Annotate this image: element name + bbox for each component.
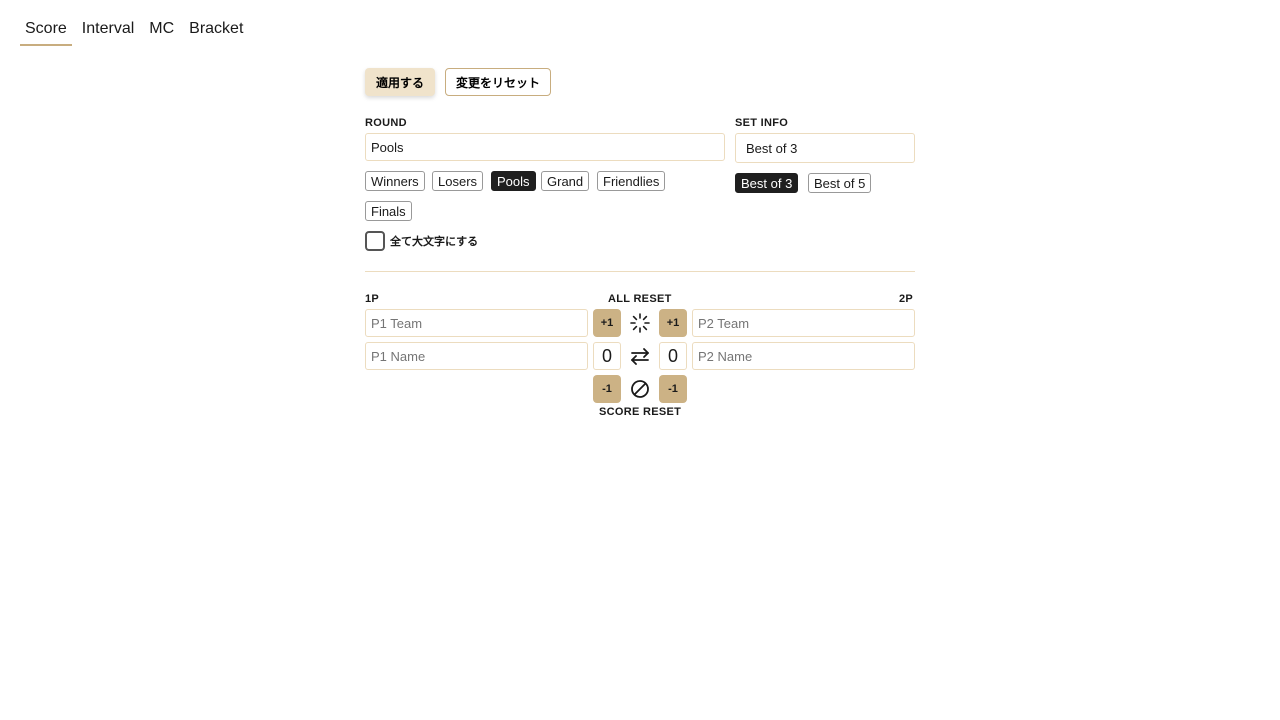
round-chip-finals[interactable]: Finals xyxy=(365,201,412,221)
set-chip-best-of-3[interactable]: Best of 3 xyxy=(735,173,799,193)
slash-circle-icon[interactable] xyxy=(626,375,654,403)
tab-mc[interactable]: MC xyxy=(144,18,179,46)
tab-score[interactable]: Score xyxy=(20,18,72,46)
p1-plus-button[interactable]: +1 xyxy=(593,309,621,337)
p2-label: 2P xyxy=(899,293,914,305)
p1-team-input[interactable] xyxy=(365,309,588,337)
p2-minus-button[interactable]: -1 xyxy=(659,375,687,403)
swap-arrows-icon[interactable] xyxy=(626,342,654,370)
set-info-label: SET INFO xyxy=(735,117,789,129)
set-info-input[interactable] xyxy=(735,133,915,163)
round-chip-grand[interactable]: Grand xyxy=(541,171,590,191)
reset-changes-button[interactable]: 変更をリセット xyxy=(445,68,551,96)
round-chip-pools[interactable]: Pools xyxy=(491,171,536,191)
round-input[interactable] xyxy=(365,133,725,161)
p1-score[interactable]: 0 xyxy=(593,342,621,370)
tab-interval[interactable]: Interval xyxy=(77,18,139,46)
p1-minus-button[interactable]: -1 xyxy=(593,375,621,403)
round-label: ROUND xyxy=(365,117,407,129)
round-chip-winners[interactable]: Winners xyxy=(365,171,425,191)
p2-name-input[interactable] xyxy=(692,342,915,370)
set-chip-best-of-5[interactable]: Best of 5 xyxy=(808,173,872,193)
loader-icon[interactable] xyxy=(626,309,654,337)
tab-bar: Score Interval MC Bracket xyxy=(20,18,253,46)
p1-label: 1P xyxy=(365,293,380,305)
score-reset-label: SCORE RESET xyxy=(599,406,682,418)
p2-score[interactable]: 0 xyxy=(659,342,687,370)
apply-button[interactable]: 適用する xyxy=(365,68,435,96)
p2-plus-button[interactable]: +1 xyxy=(659,309,687,337)
round-chip-friendlies[interactable]: Friendlies xyxy=(597,171,666,191)
section-divider xyxy=(365,271,915,272)
uppercase-checkbox-label: 全て大文字にする xyxy=(390,236,479,248)
uppercase-checkbox[interactable] xyxy=(365,231,385,251)
all-reset-label: ALL RESET xyxy=(608,293,672,305)
p1-name-input[interactable] xyxy=(365,342,588,370)
round-chip-losers[interactable]: Losers xyxy=(432,171,484,191)
tab-bracket[interactable]: Bracket xyxy=(184,18,248,46)
p2-team-input[interactable] xyxy=(692,309,915,337)
